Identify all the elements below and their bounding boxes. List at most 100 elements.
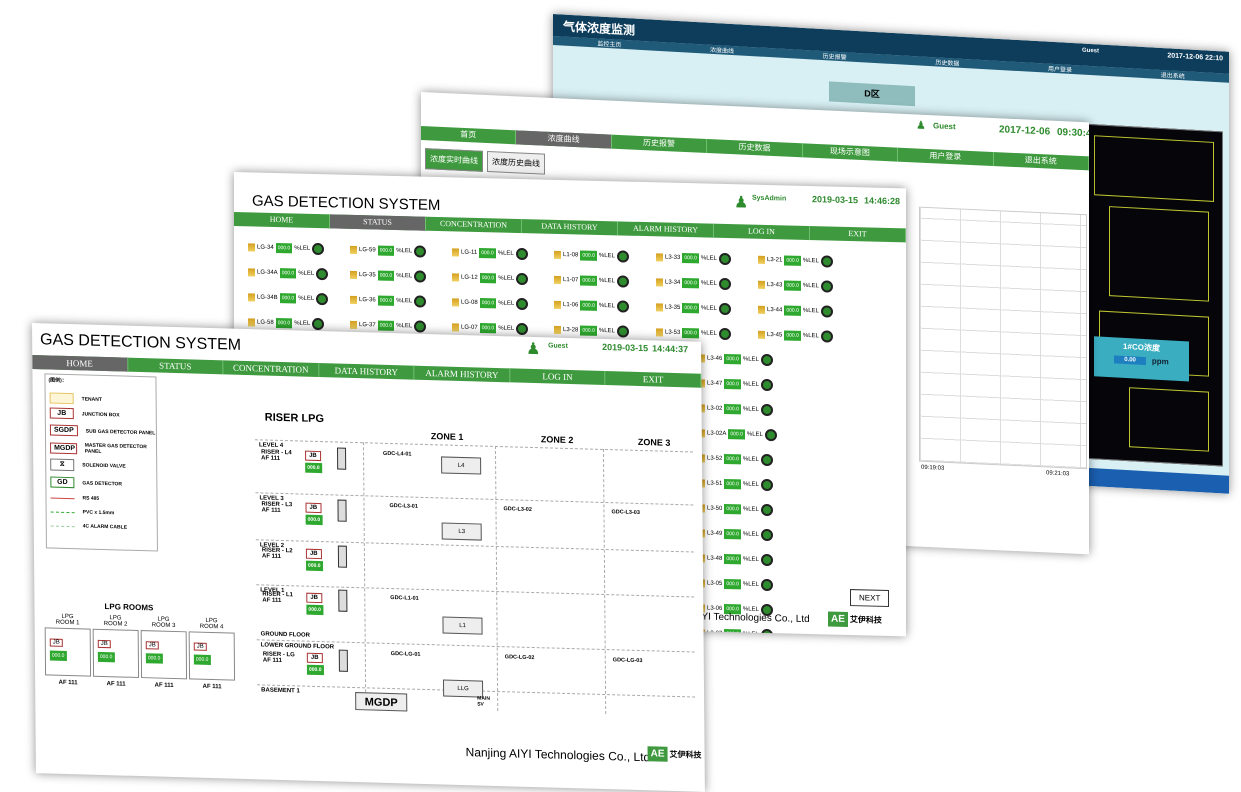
detector-cell[interactable]: L1-06 000.0 %LEL [554,298,656,313]
w3-nav-data[interactable]: DATA HISTORY [522,219,618,236]
detector-cell[interactable]: L1-08 000.0 %LEL [554,248,656,263]
w3-nav-login[interactable]: LOG IN [714,223,810,241]
w4-nav-alarm[interactable]: ALARM HISTORY [414,365,511,383]
detector-cell[interactable]: L1-07 000.0 %LEL [554,273,656,288]
lpg-room[interactable]: LPG ROOM 2 000.0 JB AF 111 [92,615,140,688]
w3-nav-curve[interactable]: CONCENTRATION CURVE [426,216,522,243]
room-af: AF 111 [154,682,174,689]
detector-unit: %LEL [396,297,413,304]
detector-cell[interactable]: L3-51 000.0 %LEL [698,477,800,491]
detector-cell[interactable]: L3-44 000.0 %LEL [758,303,860,318]
w4-nav-home[interactable]: HOME [32,355,128,372]
detector-cell[interactable]: L3-21 000.0 %LEL [758,253,860,268]
detector-cell[interactable]: LG-58 000.0 %LEL [248,316,350,330]
co-sensor-panel[interactable]: 1#CO浓度 0.00 ppm [1094,336,1189,382]
riser-af: AF 111 [262,657,282,664]
w4-nav-data[interactable]: DATA HISTORY [319,363,415,380]
detector-cell[interactable]: L3-47 000.0 %LEL [698,377,800,391]
detector-id: L3-53 [665,329,681,336]
detector-value: 000.0 [728,428,745,439]
w3-nav-alarm[interactable]: ALARM HISTORY [618,221,714,238]
w3-nav-home[interactable]: HOME [234,212,330,229]
detector-value: 000.0 [724,378,741,389]
lpg-room[interactable]: LPG ROOM 1 000.0 JB AF 111 [44,613,92,686]
room-af: AF 111 [106,681,126,688]
riser-block[interactable]: RISER - L2 AF 111 JB 000.0 [262,545,348,572]
detector-cell[interactable]: LG-36 000.0 %LEL [350,293,452,308]
detector-id: LG-34B [257,294,278,301]
w4-nav-curve[interactable]: CONCENTRATION CURVE [223,360,320,388]
co-value: 0.00 [1114,354,1146,365]
detector-cell[interactable]: L3-05 000.0 %LEL [698,577,800,591]
riser-block[interactable]: RISER - LG AF 111 JB 000.0 [262,649,348,676]
w3-nav-status[interactable]: STATUS [330,214,426,231]
detector-id: L3-05 [707,580,723,587]
detector-cell[interactable]: L3-45 000.0 %LEL [758,328,860,343]
lpg-room[interactable]: LPG ROOM 3 000.0 JB AF 111 [140,616,188,689]
detector-cell[interactable]: L3-02A 000.0 %LEL [698,427,800,441]
detector-cell[interactable]: L3-28 000.0 %LEL [554,323,656,338]
detector-cell[interactable]: LG-08 000.0 %LEL [452,296,554,310]
status-indicator [820,254,833,268]
tab-history-curve[interactable]: 浓度历史曲线 [487,150,545,175]
detector-value: 000.0 [377,245,395,256]
detector-cell[interactable]: LG-34A 000.0 %LEL [248,266,350,280]
status-indicator [616,299,629,313]
detector-cell[interactable]: L3-34 000.0 %LEL [656,276,758,290]
riser-block[interactable]: RISER - L4 AF 111 JB 000.0 [261,447,347,474]
room-value: 000.0 [193,654,211,665]
detector-value: 000.0 [479,247,496,258]
detector-value: 000.0 [784,304,801,316]
detector-id: LG-35 [359,271,376,278]
room-box: 000.0 JB [44,627,92,677]
detector-cell[interactable]: L3-07 000.0 %LEL [698,627,800,637]
detector-value: 000.0 [377,320,395,331]
detector-unit: %LEL [742,455,759,463]
riser-block[interactable]: RISER - L3 AF 111 JB 000.0 [261,499,347,526]
panel-l4[interactable]: L4 [441,456,482,475]
riser-title: RISER LPG [264,411,325,426]
room-box: 000.0 JB [188,631,236,681]
detector-cell[interactable]: LG-34B 000.0 %LEL [248,291,350,305]
detector-cell[interactable]: L3-43 000.0 %LEL [758,278,860,293]
w4-date: 2019-03-15 [602,341,649,354]
w3-logo: AE 艾伊科技 [828,611,882,628]
detector-cell[interactable]: L3-35 000.0 %LEL [656,301,758,315]
w4-nav-login[interactable]: LOG IN [510,368,606,386]
detector-cell[interactable]: L3-46 000.0 %LEL [698,352,800,366]
next-button[interactable]: NEXT [850,589,890,608]
detector-cell[interactable]: L3-49 000.0 %LEL [698,527,800,541]
mgdp-panel[interactable]: MGDP [355,692,408,712]
tab-realtime-curve[interactable]: 浓度实时曲线 [425,148,483,172]
detector-unit: %LEL [294,319,311,327]
riser-block[interactable]: RISER - L1 AF 111 JB 000.0 [262,589,348,616]
w4-nav-exit[interactable]: EXIT [605,371,702,388]
w3-nav-exit[interactable]: EXIT [810,226,906,243]
detector-cell[interactable]: LG-35 000.0 %LEL [350,268,452,283]
detector-unit: %LEL [742,580,759,588]
lpg-room[interactable]: LPG ROOM 4 000.0 JB AF 111 [188,617,236,690]
detector-unit: %LEL [742,605,759,613]
detector-cell[interactable]: LG-37 000.0 %LEL [350,318,452,333]
panel-l1[interactable]: L1 [442,616,483,635]
detector-cell[interactable]: L3-33 000.0 %LEL [656,251,758,265]
riser-af: AF 111 [261,507,281,514]
detector-cell[interactable]: L3-50 000.0 %LEL [698,502,800,516]
detector-cell[interactable]: LG-07 000.0 %LEL [452,321,554,335]
detector-cell[interactable]: L3-48 000.0 %LEL [698,552,800,566]
w4-nav-status[interactable]: STATUS [127,357,224,375]
detector-cell[interactable]: LG-59 000.0 %LEL [350,243,452,258]
detector-unit: %LEL [742,380,759,388]
status-indicator [316,267,329,280]
panel-l3[interactable]: L3 [441,522,482,541]
detector-unit: %LEL [294,244,311,252]
detector-id: L3-49 [707,530,723,537]
detector-cell[interactable]: LG-11 000.0 %LEL [452,246,554,260]
detector-cell[interactable]: L3-02 000.0 %LEL [698,402,800,416]
detector-cell[interactable]: L3-53 000.0 %LEL [656,326,758,340]
detector-cell[interactable]: LG-12 000.0 %LEL [452,271,554,285]
status-indicator [760,503,773,516]
detector-cell[interactable]: L3-52 000.0 %LEL [698,452,800,466]
zone-label[interactable]: D区 [829,81,915,107]
detector-cell[interactable]: LG-34 000.0 %LEL [248,241,350,255]
